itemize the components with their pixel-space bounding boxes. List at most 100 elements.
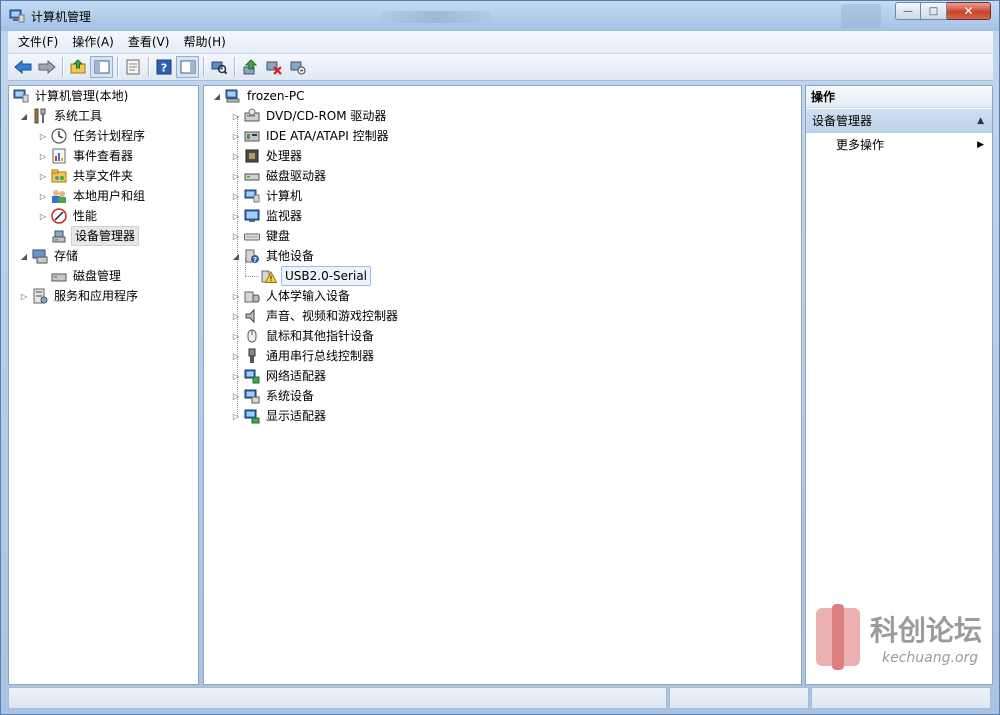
device-category[interactable]: ▷ 显示适配器 [231,406,328,426]
title-blur [841,4,881,28]
expand-arrow-icon[interactable]: ▷ [231,351,241,361]
speaker-icon [245,308,255,324]
update-driver-button[interactable] [238,56,261,78]
toolbar-separator [148,57,149,77]
collapse-arrow-icon[interactable]: ◢ [19,111,29,121]
expand-arrow-icon[interactable]: ▷ [38,171,48,181]
help-button[interactable]: ? [152,56,175,78]
expand-arrow-icon[interactable]: ▷ [231,111,241,121]
tree-item-storage[interactable]: ◢ 存储 [19,246,80,266]
display-adapter-icon [244,409,260,424]
title-bar[interactable]: 计算机管理 — □ ✕ [1,1,999,31]
tree-item-performance[interactable]: ▷ 性能 [38,206,99,226]
device-category[interactable]: ◢? 其他设备 [231,246,316,266]
forward-button[interactable] [35,56,58,78]
toolbar-separator [203,57,204,77]
expand-arrow-icon[interactable]: ▷ [231,331,241,341]
expand-arrow-icon[interactable]: ▷ [38,211,48,221]
device-tree-pane[interactable]: ◢ frozen-PC ▷ DVD/CD-ROM 驱动器 ▷ IDE ATA/ATAP… [203,85,802,685]
device-category[interactable]: ▷ 磁盘驱动器 [231,166,328,186]
show-hide-tree-button[interactable] [90,56,113,78]
device-category-label: 系统设备 [266,389,315,403]
computer-management-window: 计算机管理 — □ ✕ 文件(F) 操作(A) 查看(V) 帮助(H) ? 计算… [0,0,1000,715]
shared-folder-icon [51,169,67,183]
show-hide-action-button[interactable] [176,56,199,78]
expand-arrow-icon[interactable]: ▷ [231,291,241,301]
tree-label: 系统工具 [54,109,103,123]
tree-label: 性能 [73,209,98,223]
expand-arrow-icon[interactable]: ▷ [231,391,241,401]
disable-device-button[interactable] [286,56,309,78]
expand-arrow-icon[interactable]: ▷ [231,311,241,321]
device-usb-serial[interactable]: USB2.0-Serial [261,266,372,286]
computer-icon [225,89,240,103]
maximize-button[interactable]: □ [921,2,947,20]
expand-arrow-icon[interactable]: ▷ [231,171,241,181]
tree-item-disk-management[interactable]: 磁盘管理 [51,266,123,286]
device-category[interactable]: ▷ 处理器 [231,146,304,166]
menu-file[interactable]: 文件(F) [12,31,66,53]
menu-action[interactable]: 操作(A) [66,31,122,53]
tree-item-task-scheduler[interactable]: ▷ 任务计划程序 [38,126,147,146]
tools-icon [34,108,46,124]
up-level-button[interactable] [66,56,89,78]
collapse-up-icon[interactable]: ▲ [977,109,984,133]
expand-arrow-icon[interactable]: ▷ [38,131,48,141]
device-label: USB2.0-Serial [281,266,372,286]
disable-device-icon [290,61,305,75]
device-category[interactable]: ▷ 鼠标和其他指针设备 [231,326,376,346]
collapse-arrow-icon[interactable]: ◢ [212,91,222,101]
dvd-drive-icon [244,108,260,122]
svg-text:?: ? [160,62,166,75]
keyboard-icon [244,233,260,241]
collapse-arrow-icon[interactable]: ◢ [19,251,29,261]
device-category[interactable]: ▷ 人体学输入设备 [231,286,352,306]
tree-item-device-manager[interactable]: 设备管理器 [51,226,140,246]
minimize-button[interactable]: — [895,2,921,20]
status-segment [811,687,991,709]
collapse-arrow-icon[interactable]: ◢ [231,251,241,261]
computer-management-icon [13,89,29,103]
menu-view[interactable]: 查看(V) [122,31,178,53]
back-button[interactable] [11,56,34,78]
expand-arrow-icon[interactable]: ▷ [231,151,241,161]
menu-help[interactable]: 帮助(H) [177,31,233,53]
device-category[interactable]: ▷ 计算机 [231,186,304,206]
expand-arrow-icon[interactable]: ▷ [231,211,241,221]
device-category[interactable]: ▷ 系统设备 [231,386,316,406]
device-category[interactable]: ▷ 声音、视频和游戏控制器 [231,306,400,326]
device-category[interactable]: ▷ IDE ATA/ATAPI 控制器 [231,126,391,146]
expand-arrow-icon[interactable]: ▷ [231,231,241,241]
tree-item-services-apps[interactable]: ▷ 服务和应用程序 [19,286,140,306]
close-button[interactable]: ✕ [947,2,991,20]
expand-arrow-icon[interactable]: ▷ [38,191,48,201]
expand-arrow-icon[interactable]: ▷ [231,411,241,421]
device-category[interactable]: ▷ DVD/CD-ROM 驱动器 [231,106,388,126]
uninstall-button[interactable] [262,56,285,78]
tree-guide-line [245,276,259,277]
device-category[interactable]: ▷ 通用串行总线控制器 [231,346,376,366]
show-hide-tree-icon [94,60,109,74]
performance-icon [51,208,67,224]
expand-arrow-icon[interactable]: ▷ [19,291,29,301]
expand-arrow-icon[interactable]: ▷ [231,131,241,141]
console-tree-pane[interactable]: 计算机管理(本地) ◢ 系统工具 ▷ 任务计划程序 ▷ 事件查看器 ▷ 共享文件… [8,85,199,685]
expand-arrow-icon[interactable]: ▷ [231,191,241,201]
tree-item-system-tools[interactable]: ◢ 系统工具 [19,106,104,126]
properties-button[interactable] [121,56,144,78]
action-section-device-manager[interactable]: 设备管理器 ▲ [806,109,992,133]
device-category[interactable]: ▷ 监视器 [231,206,304,226]
expand-arrow-icon[interactable]: ▷ [38,151,48,161]
scan-hardware-button[interactable] [207,56,230,78]
disk-management-icon [51,273,67,282]
tree-item-shared-folders[interactable]: ▷ 共享文件夹 [38,166,135,186]
title-blur [381,11,491,23]
device-tree-root[interactable]: ◢ frozen-PC [212,86,306,106]
tree-item-event-viewer[interactable]: ▷ 事件查看器 [38,146,135,166]
device-category[interactable]: ▷ 键盘 [231,226,292,246]
expand-arrow-icon[interactable]: ▷ [231,371,241,381]
tree-item-root[interactable]: 计算机管理(本地) [13,86,130,106]
tree-item-local-users[interactable]: ▷ 本地用户和组 [38,186,147,206]
device-category[interactable]: ▷ 网络适配器 [231,366,328,386]
more-actions-item[interactable]: 更多操作 ▶ [806,133,992,157]
